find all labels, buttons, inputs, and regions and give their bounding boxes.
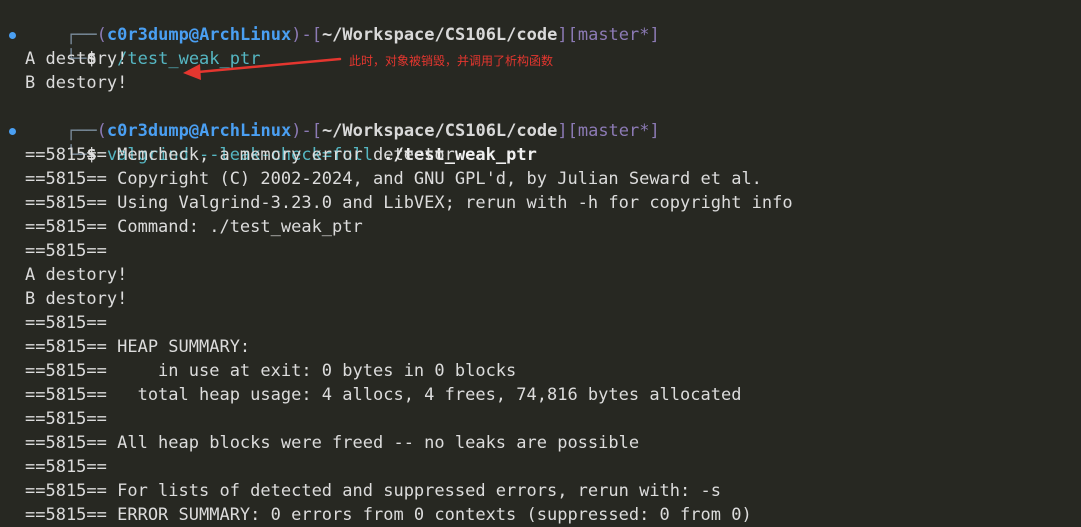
output-line: ==5815== Command: ./test_weak_ptr	[25, 217, 363, 237]
prompt-path: ~/Workspace/CS106L/code	[321, 25, 558, 45]
output-line: ==5815==	[25, 241, 107, 261]
prompt-header-1: ┌──(c0r3dump@ArchLinux)-[~/Workspace/CS1…	[25, 0, 660, 45]
prompt-status-dot-icon	[9, 32, 16, 39]
prompt-path-close: ]	[557, 121, 568, 141]
command-line-1: └─$ ./test_weak_ptr	[25, 23, 261, 69]
output-line: ==5815== Using Valgrind-3.23.0 and LibVE…	[25, 193, 793, 213]
prompt-branch: master*	[577, 121, 650, 141]
output-line: ==5815== Memcheck, a memory error detect…	[25, 145, 455, 165]
prompt-close-paren: )	[291, 25, 302, 45]
prompt-branch-close: ]	[649, 121, 660, 141]
output-line: ==5815== in use at exit: 0 bytes in 0 bl…	[25, 361, 517, 381]
prompt-path-close: ]	[557, 25, 568, 45]
prompt-status-dot-icon	[9, 128, 16, 135]
output-line: A destory!	[25, 265, 128, 285]
prompt-branch-close: ]	[649, 25, 660, 45]
output-line: ==5815== ERROR SUMMARY: 0 errors from 0 …	[25, 505, 752, 525]
prompt-header-2: ┌──(c0r3dump@ArchLinux)-[~/Workspace/CS1…	[25, 95, 660, 141]
prompt-branch: master*	[577, 25, 650, 45]
prompt-branch-open: [	[567, 121, 578, 141]
prompt-branch-open: [	[567, 25, 578, 45]
output-line: ==5815== Copyright (C) 2002-2024, and GN…	[25, 169, 762, 189]
output-line: ==5815== All heap blocks were freed -- n…	[25, 433, 640, 453]
output-line: B destory!	[25, 289, 128, 309]
output-line: B destory!	[25, 73, 128, 93]
output-line: ==5815== For lists of detected and suppr…	[25, 481, 721, 501]
output-line: ==5815==	[25, 409, 107, 429]
output-line: ==5815==	[25, 313, 107, 333]
command-text: ./test_weak_ptr	[106, 49, 261, 69]
output-line: ==5815== total heap usage: 4 allocs, 4 f…	[25, 385, 742, 405]
command-line-2: └─$ valgrind --leak-check=full ./test_we…	[25, 119, 537, 165]
prompt-path-open: [	[311, 25, 322, 45]
prompt-separator: -	[301, 25, 312, 45]
annotation-note: 此时，对象被销毁，并调用了析构函数	[349, 54, 554, 68]
output-line: ==5815== HEAP SUMMARY:	[25, 337, 251, 357]
output-line: ==5815==	[25, 457, 107, 477]
terminal-window[interactable]: ┌──(c0r3dump@ArchLinux)-[~/Workspace/CS1…	[0, 0, 1081, 526]
output-line: A destory!	[25, 49, 128, 69]
